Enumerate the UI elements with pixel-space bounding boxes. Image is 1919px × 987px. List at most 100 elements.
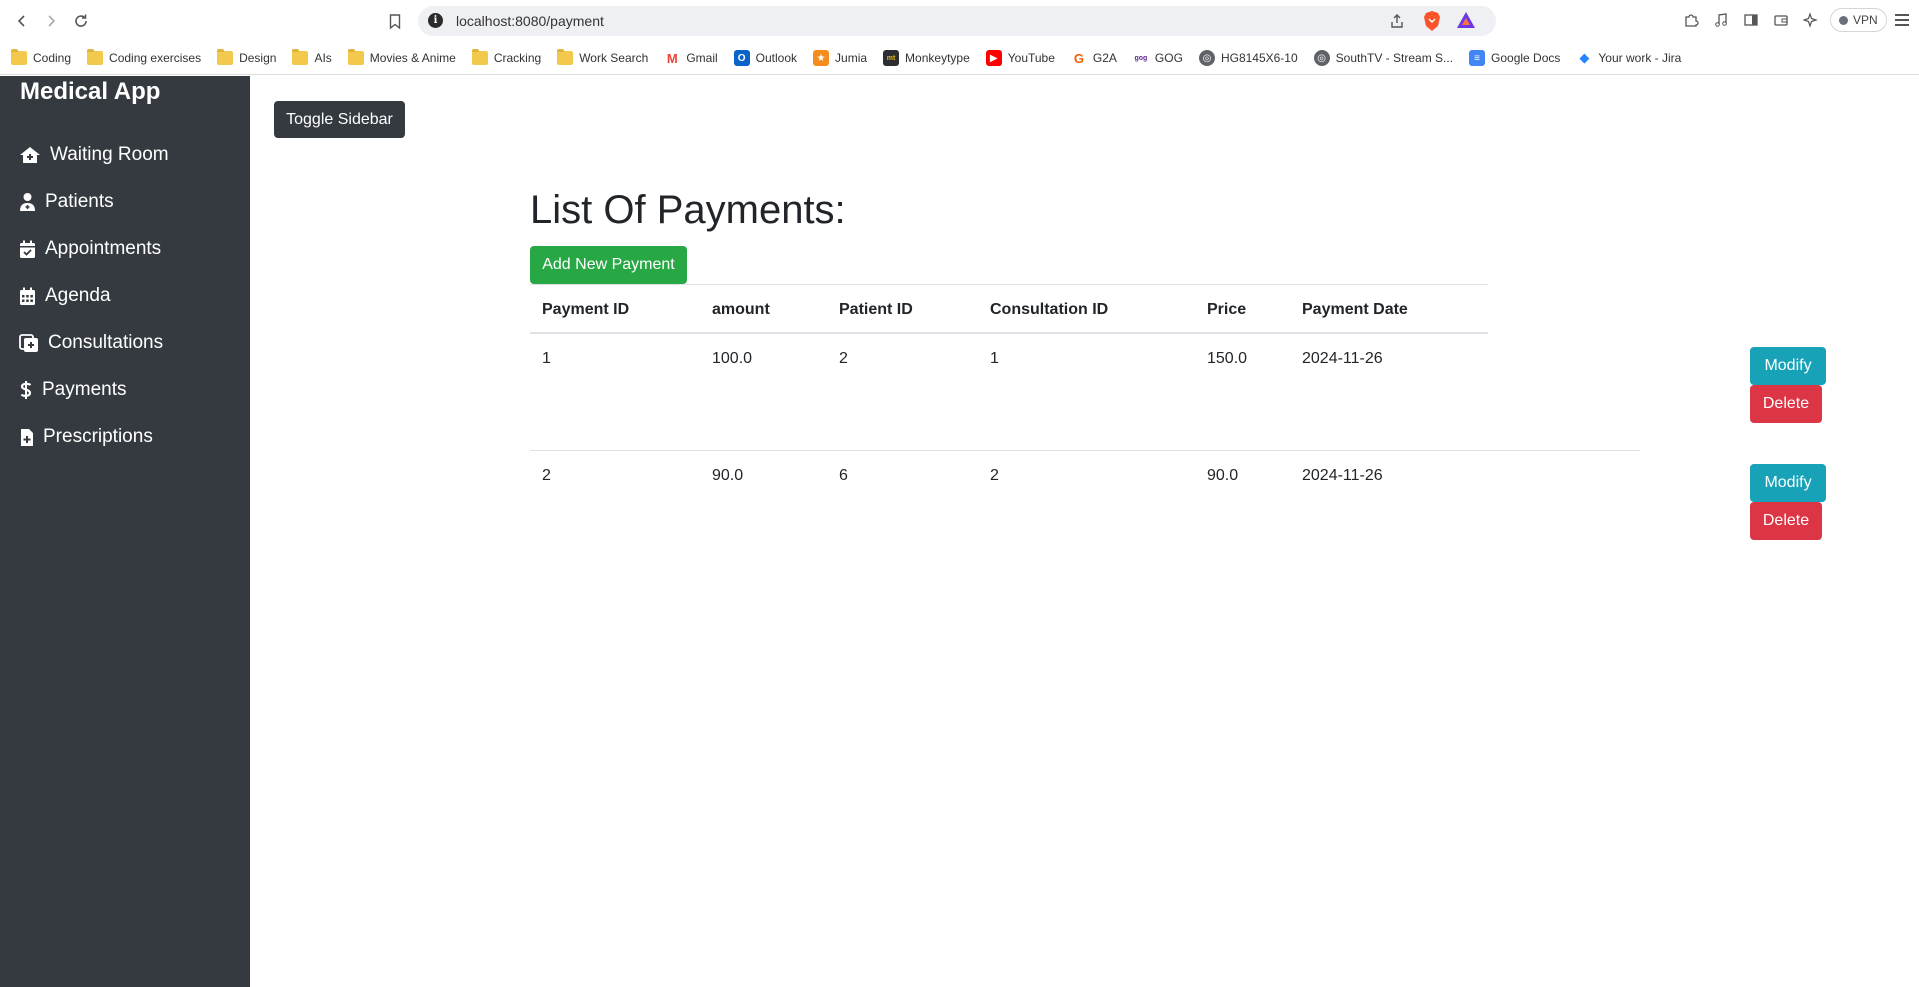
cell-patient-id: 2 xyxy=(839,350,848,367)
sidebar-item-payments[interactable]: Payments xyxy=(19,379,126,401)
sidebar-item-label: Waiting Room xyxy=(50,144,169,165)
bookmark-label: Monkeytype xyxy=(905,51,970,65)
sidebar-item-patients[interactable]: Patients xyxy=(19,191,114,213)
bookmark-label: YouTube xyxy=(1007,51,1055,65)
sidebar-item-label: Prescriptions xyxy=(43,426,153,447)
bookmark-item[interactable]: ◆ Your work - Jira xyxy=(1576,50,1681,66)
bookmark-item[interactable]: AIs xyxy=(292,49,332,65)
bookmark-label: Outlook xyxy=(755,51,798,65)
modify-button[interactable]: Modify xyxy=(1750,347,1826,385)
bookmark-label: Design xyxy=(239,51,277,65)
bookmark-item[interactable]: gog GOG xyxy=(1132,50,1183,66)
header-price: Price xyxy=(1207,301,1247,318)
page-title: List Of Payments: xyxy=(530,188,846,232)
bookmark-item[interactable]: Coding exercises xyxy=(87,49,201,65)
sidebar-item-waiting-room[interactable]: Waiting Room xyxy=(19,144,169,166)
header-consultation-id: Consultation ID xyxy=(990,301,1109,318)
sidebar-item-prescriptions[interactable]: Prescriptions xyxy=(19,426,153,448)
modify-button[interactable]: Modify xyxy=(1750,464,1826,502)
menu-icon[interactable] xyxy=(1894,8,1915,32)
bookmark-item[interactable]: mt Monkeytype xyxy=(883,50,970,66)
url-text[interactable]: localhost:8080/payment xyxy=(456,13,604,29)
bookmark-item[interactable]: Work Search xyxy=(557,49,648,65)
jumia-icon: ★ xyxy=(813,50,830,66)
folder-icon xyxy=(292,49,309,65)
sidebar-item-label: Appointments xyxy=(45,238,162,259)
dollar-icon xyxy=(19,380,33,400)
vpn-button[interactable]: VPN xyxy=(1830,8,1887,32)
bookmark-item[interactable]: Coding xyxy=(11,49,72,65)
gmail-icon: M xyxy=(664,50,681,66)
forward-icon[interactable] xyxy=(40,10,62,32)
bookmark-item[interactable]: Design xyxy=(217,49,277,65)
cell-payment-date: 2024-11-26 xyxy=(1302,350,1383,367)
globe-icon: ◎ xyxy=(1198,50,1215,66)
sidebar-item-appointments[interactable]: Appointments xyxy=(19,238,161,260)
table-row: 2 90.0 6 2 90.0 2024-11-26 Modify Delete xyxy=(530,451,1826,568)
file-medical-icon xyxy=(19,427,34,447)
bookmark-item[interactable]: Cracking xyxy=(471,49,541,65)
cell-amount: 90.0 xyxy=(712,467,744,484)
gog-icon: gog xyxy=(1132,50,1149,66)
sidebar-item-label: Consultations xyxy=(48,332,164,353)
bookmark-item[interactable]: O Outlook xyxy=(733,50,798,66)
sidebar: Medical App Waiting Room Patients Appoin… xyxy=(0,76,250,987)
reload-icon[interactable] xyxy=(70,10,92,32)
add-new-payment-button[interactable]: Add New Payment xyxy=(530,246,687,284)
sidebar-item-consultations[interactable]: Consultations xyxy=(19,332,163,354)
payments-table: Payment ID amount Patient ID Consultatio… xyxy=(530,284,1826,568)
back-icon[interactable] xyxy=(11,10,33,32)
header-payment-date: Payment Date xyxy=(1302,301,1408,318)
bookmark-item[interactable]: ≡ Google Docs xyxy=(1469,50,1560,66)
folder-icon xyxy=(87,49,104,65)
delete-button[interactable]: Delete xyxy=(1750,502,1822,540)
bookmark-item[interactable]: ★ Jumia xyxy=(813,50,867,66)
extensions-icon[interactable] xyxy=(1680,8,1702,32)
cell-patient-id: 6 xyxy=(839,467,848,484)
bookmark-label: SouthTV - Stream S... xyxy=(1335,51,1454,65)
vpn-status-icon xyxy=(1839,15,1848,25)
bookmark-item[interactable]: ◎ HG8145X6-10 xyxy=(1198,50,1298,66)
bookmark-item[interactable]: ▶ YouTube xyxy=(985,50,1055,66)
brave-shields-icon[interactable] xyxy=(1422,10,1444,32)
music-icon[interactable] xyxy=(1710,8,1732,32)
bookmark-label: Coding xyxy=(33,51,72,65)
bookmark-item[interactable]: G G2A xyxy=(1070,50,1117,66)
cell-payment-id: 1 xyxy=(542,350,551,367)
wallet-icon[interactable] xyxy=(1770,8,1792,32)
cell-price: 90.0 xyxy=(1207,467,1239,484)
browser-toolbar: i localhost:8080/payment VPN xyxy=(0,0,1919,42)
sidebar-toggle-icon[interactable] xyxy=(1740,8,1762,32)
cell-consultation-id: 2 xyxy=(990,467,999,484)
folder-icon xyxy=(471,49,488,65)
delete-button[interactable]: Delete xyxy=(1750,385,1822,423)
bookmark-label: Gmail xyxy=(686,51,718,65)
folder-icon xyxy=(11,49,27,65)
bookmark-label: GOG xyxy=(1154,51,1183,65)
bookmark-label: AIs xyxy=(314,51,332,65)
leo-ai-icon[interactable] xyxy=(1800,8,1822,32)
bookmark-label: Your work - Jira xyxy=(1598,51,1682,65)
toggle-sidebar-button[interactable]: Toggle Sidebar xyxy=(274,101,405,138)
app-brand[interactable]: Medical App xyxy=(20,78,160,106)
cell-payment-id: 2 xyxy=(542,467,551,484)
bookmark-page-icon[interactable] xyxy=(384,10,406,32)
g2a-icon: G xyxy=(1070,50,1087,66)
bookmark-item[interactable]: M Gmail xyxy=(664,50,718,66)
bookmarks-bar: Coding Coding exercises Design AIs Movies & … xyxy=(0,42,1919,75)
bookmark-item[interactable]: ◎ SouthTV - Stream S... xyxy=(1313,50,1454,66)
outlook-icon: O xyxy=(733,50,750,66)
brave-rewards-icon[interactable] xyxy=(1456,10,1478,32)
main-content: Toggle Sidebar List Of Payments: Add New… xyxy=(250,76,1919,987)
clipboard-plus-icon xyxy=(19,333,39,353)
site-info-icon[interactable]: i xyxy=(428,13,443,28)
bookmark-label: G2A xyxy=(1092,51,1117,65)
share-icon[interactable] xyxy=(1386,10,1408,32)
sidebar-item-agenda[interactable]: Agenda xyxy=(19,285,111,307)
globe-icon: ◎ xyxy=(1313,50,1330,66)
home-icon xyxy=(19,145,41,165)
bookmark-item[interactable]: Movies & Anime xyxy=(347,49,456,65)
folder-icon xyxy=(557,49,574,65)
sidebar-item-label: Payments xyxy=(42,379,127,400)
cell-consultation-id: 1 xyxy=(990,350,999,367)
